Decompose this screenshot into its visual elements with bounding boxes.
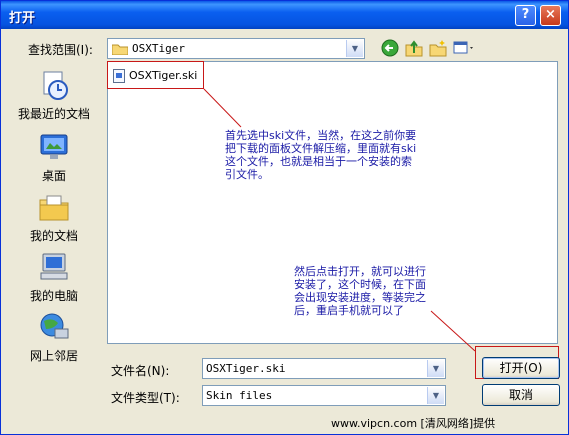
watermark-text: www.vipcn.com [清风网络]提供 <box>331 417 496 430</box>
annotation-click-open: 然后点击打开，就可以进行 安装了，这个时候，在下面 会出现安装进度，等装完之 后… <box>294 265 426 317</box>
chevron-down-icon[interactable]: ▼ <box>427 360 444 377</box>
annotation-select-file: 首先选中ski文件，当然，在这之前你要 把下载的面板文件解压缩，里面就有ski … <box>225 129 417 181</box>
annotation-line: 安装了，这个时候，在下面 <box>294 278 426 291</box>
annotation-line: 然后点击打开，就可以进行 <box>294 265 426 278</box>
file-name-value: OSXTiger.ski <box>206 362 286 375</box>
annotation-line: 这个文件，也就是相当于一个安装的索 <box>225 155 412 168</box>
chevron-down-icon[interactable]: ▼ <box>427 387 444 404</box>
annotation-line: 后，重启手机就可以了 <box>294 304 404 317</box>
file-type-value: Skin files <box>206 389 273 402</box>
cancel-button[interactable]: 取消 <box>482 384 560 406</box>
file-type-select[interactable]: Skin files ▼ <box>202 385 446 406</box>
open-file-dialog: 打开 ? × 查找范围(I): OSXTiger ▼ 我最近的文档 桌面 我的文… <box>0 0 569 435</box>
annotation-line: 首先选中ski文件，当然，在这之前你要 <box>225 129 417 142</box>
file-type-label: 文件类型(T): <box>111 391 180 405</box>
file-name-input[interactable]: OSXTiger.ski ▼ <box>202 358 446 379</box>
annotation-line: 引文件。 <box>225 168 269 181</box>
annotation-line: 把下载的面板文件解压缩，里面就有ski <box>225 142 417 155</box>
annotation-line: 会出现安装进度，等装完之 <box>294 291 426 304</box>
open-button[interactable]: 打开(O) <box>482 357 560 379</box>
file-name-label: 文件名(N): <box>111 364 170 378</box>
